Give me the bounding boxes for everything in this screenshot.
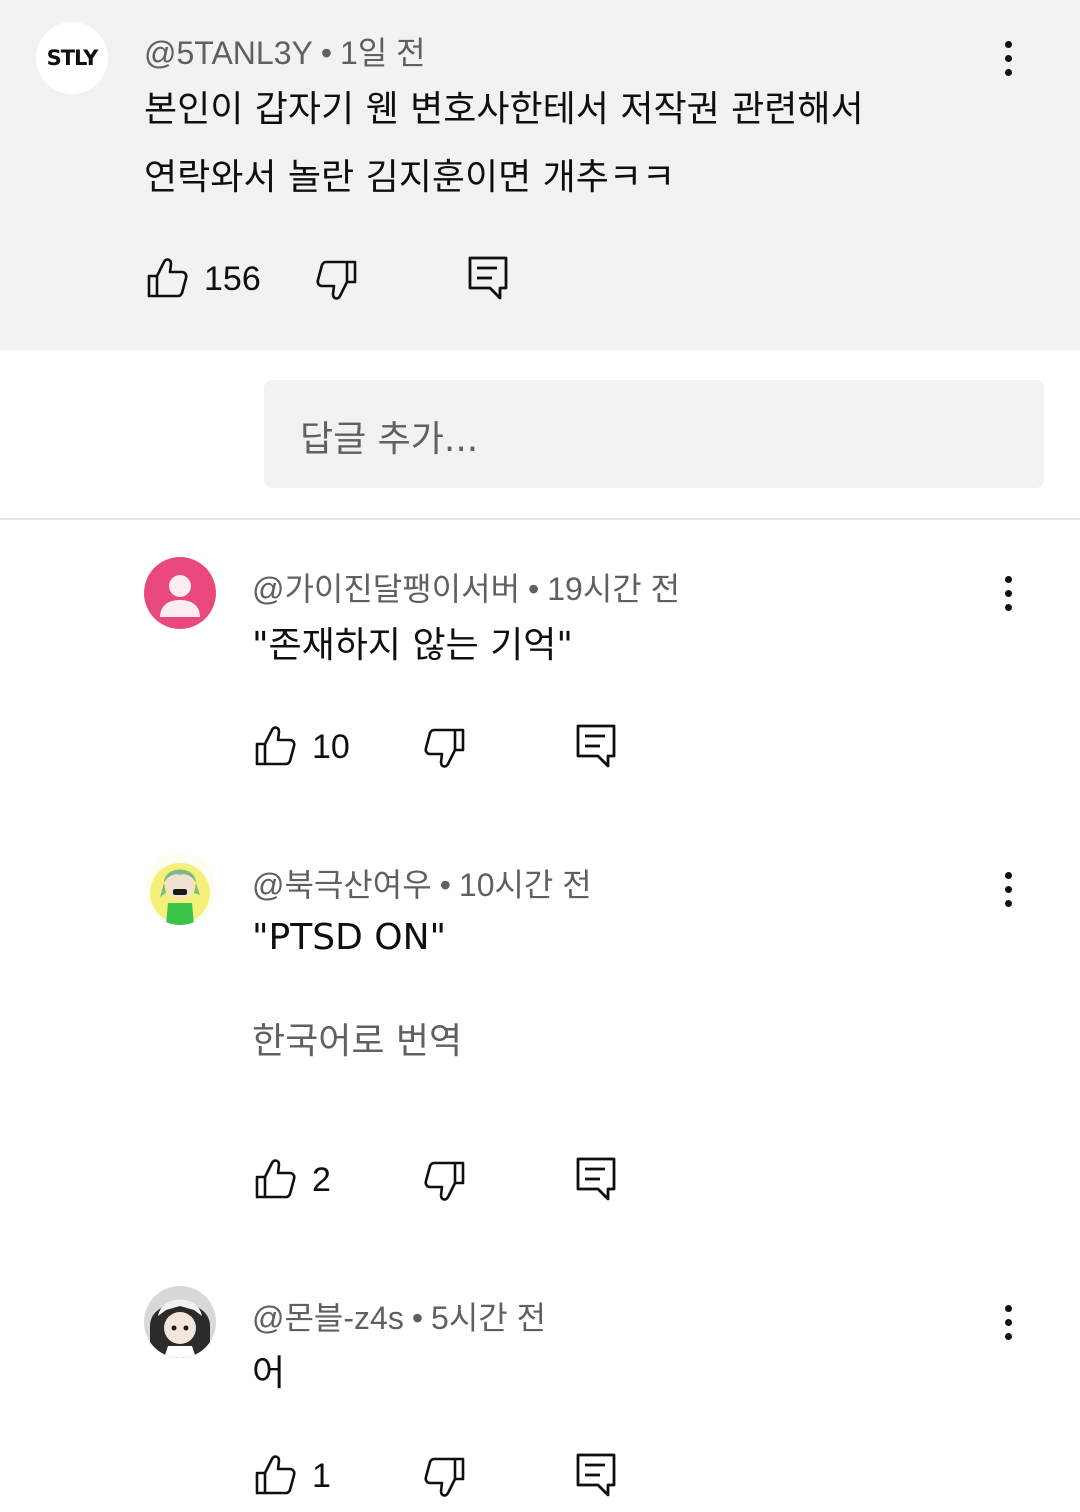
avatar[interactable] bbox=[144, 557, 216, 629]
meta-separator: • bbox=[528, 571, 540, 607]
comment-text: "존재하지 않는 기억" bbox=[252, 625, 573, 666]
meta-separator: • bbox=[411, 1300, 424, 1336]
like-button[interactable]: 156 bbox=[144, 256, 261, 302]
default-avatar-icon bbox=[160, 575, 200, 617]
comment-thread: STLY @5TANL3Y • 1일 전 본인이 갑자기 웬 변호사한테서 저작권 … bbox=[0, 0, 1080, 1512]
comment-author[interactable]: @가이진달팽이서버 bbox=[252, 571, 520, 607]
comment-meta: @가이진달팽이서버 • 19시간 전 bbox=[252, 564, 680, 610]
more-vert-icon[interactable] bbox=[988, 573, 1028, 613]
thumb-down-icon bbox=[424, 1161, 465, 1201]
thumb-up-icon bbox=[255, 726, 296, 766]
reply-button[interactable] bbox=[574, 1155, 618, 1203]
comment-text-line-2: 연락와서 놀란 김지훈이면 개추ㅋㅋ bbox=[144, 157, 676, 198]
comment-time: 19시간 전 bbox=[547, 571, 681, 607]
reply-input-placeholder: 답글 추가... bbox=[300, 419, 479, 460]
avatar[interactable] bbox=[144, 853, 216, 925]
thumb-up-icon bbox=[255, 1455, 296, 1495]
avatar[interactable]: STLY bbox=[36, 22, 108, 94]
more-vert-icon[interactable] bbox=[988, 869, 1028, 909]
parent-comment: STLY @5TANL3Y • 1일 전 본인이 갑자기 웬 변호사한테서 저작권 … bbox=[0, 0, 1080, 350]
dislike-button[interactable] bbox=[420, 1453, 466, 1499]
like-count: 10 bbox=[312, 727, 350, 766]
reply-icon bbox=[576, 1157, 616, 1201]
comment-author[interactable]: @북극산여우 bbox=[252, 867, 432, 903]
comment-meta: @5TANL3Y • 1일 전 bbox=[144, 28, 426, 74]
reply-button[interactable] bbox=[574, 722, 618, 770]
reply-icon bbox=[468, 256, 508, 300]
comment-time: 10시간 전 bbox=[458, 867, 592, 903]
comment-meta: @몬블-z4s • 5시간 전 bbox=[252, 1293, 546, 1339]
anime-avatar-icon bbox=[150, 863, 210, 925]
meta-separator: • bbox=[320, 35, 333, 71]
like-button[interactable]: 2 bbox=[252, 1157, 331, 1203]
translate-link[interactable]: 한국어로 번역 bbox=[252, 1012, 462, 1064]
reply-button[interactable] bbox=[574, 1451, 618, 1499]
comment-text: "PTSD ON" bbox=[252, 917, 447, 958]
like-button[interactable]: 10 bbox=[252, 724, 350, 770]
comment-meta: @북극산여우 • 10시간 전 bbox=[252, 860, 592, 906]
more-vert-icon[interactable] bbox=[988, 1302, 1028, 1342]
comment-author[interactable]: @몬블-z4s bbox=[252, 1300, 404, 1336]
like-count: 1 bbox=[312, 1456, 331, 1495]
comment-text-line-1: 본인이 갑자기 웬 변호사한테서 저작권 관련해서 bbox=[144, 89, 864, 130]
reply-icon bbox=[576, 1453, 616, 1497]
dislike-button[interactable] bbox=[420, 724, 466, 770]
meta-separator: • bbox=[439, 867, 451, 903]
comment-author[interactable]: @5TANL3Y bbox=[144, 35, 313, 71]
divider bbox=[0, 518, 1080, 520]
dislike-button[interactable] bbox=[420, 1157, 466, 1203]
thumb-down-icon bbox=[424, 1457, 465, 1497]
dislike-button[interactable] bbox=[312, 256, 358, 302]
reply-button[interactable] bbox=[466, 254, 510, 302]
reply-input[interactable]: 답글 추가... bbox=[264, 380, 1044, 488]
like-count: 2 bbox=[312, 1160, 331, 1199]
avatar-logo-text: STLY bbox=[46, 46, 99, 70]
comment-text: 어 bbox=[252, 1353, 286, 1394]
like-count: 156 bbox=[204, 259, 261, 298]
thumb-down-icon bbox=[424, 728, 465, 768]
thumb-up-icon bbox=[147, 258, 188, 298]
avatar[interactable] bbox=[144, 1286, 216, 1358]
comment-time: 5시간 전 bbox=[431, 1300, 547, 1336]
thumb-up-icon bbox=[255, 1159, 296, 1199]
reply-icon bbox=[576, 724, 616, 768]
thumb-down-icon bbox=[316, 260, 357, 300]
like-button[interactable]: 1 bbox=[252, 1453, 331, 1499]
more-vert-icon[interactable] bbox=[988, 38, 1028, 78]
comment-time: 1일 전 bbox=[340, 35, 426, 71]
anime-avatar-icon bbox=[144, 1286, 216, 1358]
